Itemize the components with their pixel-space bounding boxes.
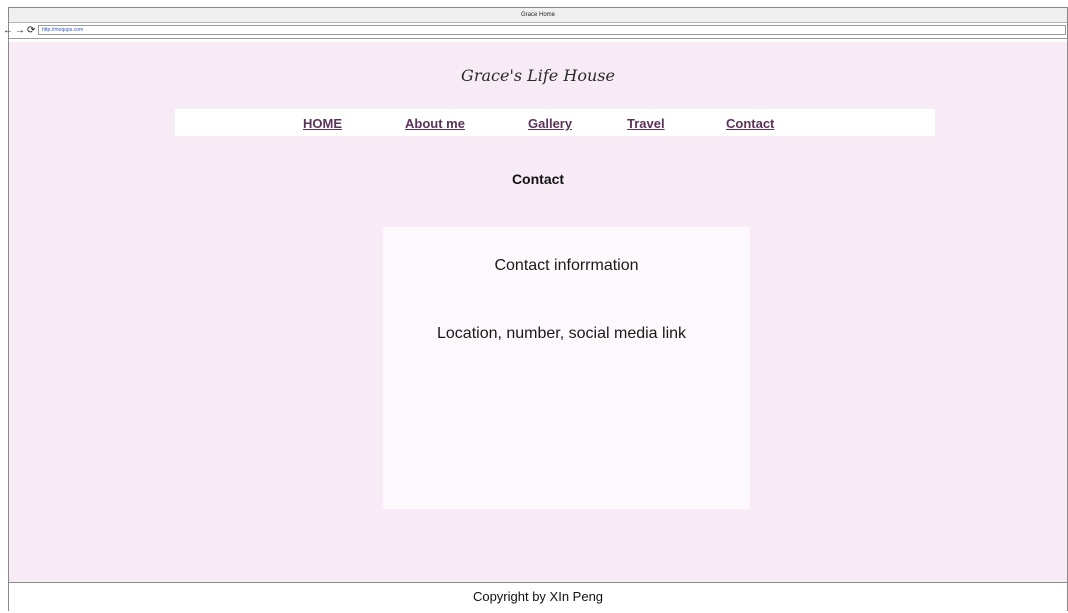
nav-gallery-link[interactable]: Gallery (528, 116, 572, 131)
window-title: Grace Home (9, 8, 1067, 23)
url-input[interactable]: http://moqups.com (38, 25, 1066, 35)
nav-travel-link[interactable]: Travel (627, 116, 665, 131)
arrow-right-icon[interactable]: → (15, 25, 25, 37)
page-content: Grace's Life House HOME About me Gallery… (9, 42, 1067, 582)
page-heading: Contact (511, 171, 565, 187)
site-title: Grace's Life House (461, 66, 615, 85)
contact-card: Contact inforrmation Location, number, s… (383, 227, 750, 509)
reload-icon[interactable]: ⟳ (27, 25, 35, 37)
nav-home-link[interactable]: HOME (303, 116, 342, 131)
browser-window: Grace Home ← → ⟳ http://moqups.com Grace… (3, 7, 1068, 612)
nav-about-link[interactable]: About me (405, 116, 465, 131)
page-footer: Copyright by XIn Peng (9, 582, 1067, 612)
address-bar: ← → ⟳ http://moqups.com (3, 23, 1067, 39)
contact-card-title: Contact inforrmation (494, 257, 639, 274)
arrow-left-icon[interactable]: ← (3, 25, 13, 37)
nav-contact-link[interactable]: Contact (726, 116, 774, 131)
main-navbar: HOME About me Gallery Travel Contact (175, 109, 935, 136)
contact-card-body: Location, number, social media link (437, 325, 687, 342)
navigation-buttons: ← → ⟳ (3, 24, 35, 38)
